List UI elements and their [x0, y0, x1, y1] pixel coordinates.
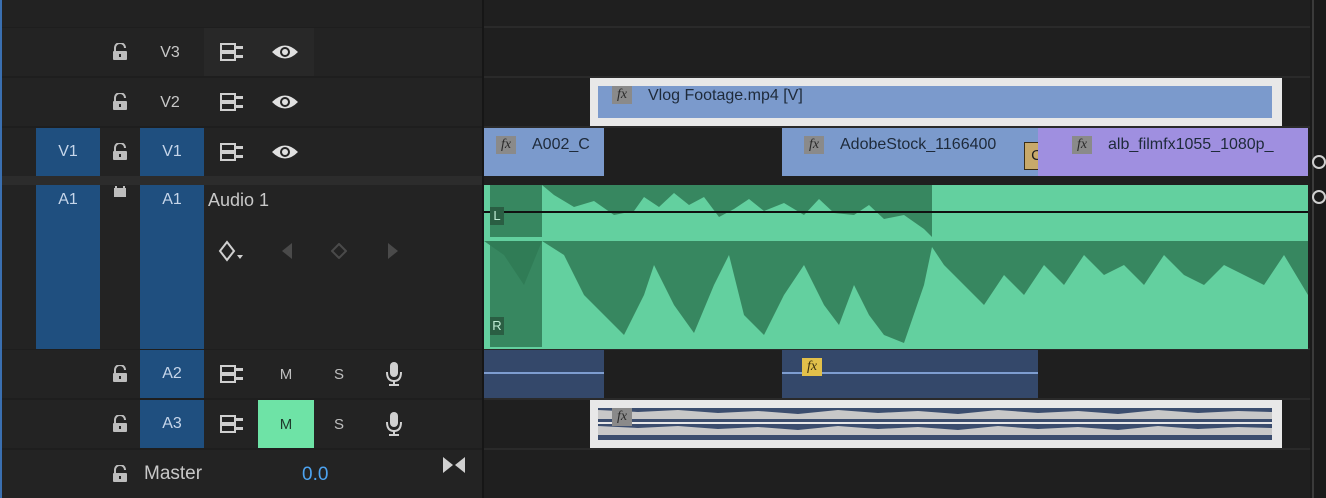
clip-label: AdobeStock_1166400: [840, 136, 997, 153]
eye-icon[interactable]: [270, 140, 300, 164]
lock-open-icon[interactable]: [106, 38, 134, 66]
clip-alb-filmfx[interactable]: fx alb_filmfx1055_1080p_: [1038, 128, 1308, 176]
channel-left-label: L: [490, 207, 504, 225]
fx-badge[interactable]: fx: [612, 408, 632, 426]
track-target-v3[interactable]: V3: [150, 40, 190, 66]
fx-badge[interactable]: fx: [1072, 136, 1092, 154]
solo-button-a3[interactable]: S: [322, 400, 356, 448]
clip-label: A002_C: [532, 136, 590, 153]
add-keyframe-icon[interactable]: [328, 240, 350, 262]
clip-a002-c[interactable]: fx A002_C: [484, 128, 604, 176]
lock-icon[interactable]: [110, 185, 130, 199]
sync-lock-icon[interactable]: [218, 90, 246, 114]
track-target-v1[interactable]: V1: [140, 128, 204, 176]
volume-line: [484, 372, 604, 374]
source-patch-a1-label: A1: [58, 191, 78, 208]
lock-open-icon[interactable]: [106, 88, 134, 116]
master-volume-value[interactable]: 0.0: [302, 464, 328, 486]
channel-right-label: R: [490, 317, 504, 335]
track-target-a2[interactable]: A2: [140, 350, 204, 398]
source-patch-v1[interactable]: V1: [36, 128, 100, 176]
eye-icon[interactable]: [270, 40, 300, 64]
track-target-a3[interactable]: A3: [140, 400, 204, 448]
scroll-handle-bottom[interactable]: [1312, 190, 1326, 204]
clip-audio-1[interactable]: L R: [484, 185, 1308, 349]
mute-button-a2[interactable]: M: [258, 350, 314, 398]
clip-label: alb_filmfx1055_1080p_: [1108, 136, 1274, 153]
clip-vlog-footage-video[interactable]: fx Vlog Footage.mp4 [V]: [590, 78, 1282, 126]
track-target-v2[interactable]: V2: [150, 90, 190, 116]
clip-adobestock[interactable]: fx AdobeStock_1166400: [782, 128, 1038, 176]
scroll-handle-top[interactable]: [1312, 155, 1326, 169]
audio-waveform: [484, 185, 1308, 347]
collapse-handle-icon[interactable]: [440, 452, 468, 478]
eye-icon[interactable]: [270, 90, 300, 114]
fx-badge[interactable]: fx: [802, 358, 822, 376]
keyframe-dropdown-icon[interactable]: [216, 238, 246, 264]
clip-vlog-footage-audio[interactable]: fx: [590, 400, 1282, 448]
track-target-a1-label: A1: [162, 191, 182, 208]
mute-button-a3[interactable]: M: [258, 400, 314, 448]
sync-lock-icon[interactable]: [218, 40, 246, 64]
row-sep: [484, 26, 1310, 28]
sync-lock-icon[interactable]: [218, 362, 246, 386]
sync-lock-icon[interactable]: [218, 140, 246, 164]
fx-badge[interactable]: fx: [612, 86, 632, 104]
clip-audio-a2-2[interactable]: fx: [782, 350, 1038, 398]
lock-open-icon[interactable]: [106, 360, 134, 388]
microphone-icon[interactable]: [380, 360, 408, 388]
fx-badge[interactable]: fx: [804, 136, 824, 154]
previous-keyframe-icon[interactable]: [276, 240, 298, 262]
lock-open-icon[interactable]: [106, 460, 134, 488]
fx-badge[interactable]: fx: [496, 136, 516, 154]
left-edge: [0, 0, 2, 498]
track-target-a1[interactable]: A1: [140, 185, 204, 349]
row-sep: [484, 448, 1310, 450]
lock-open-icon[interactable]: [106, 138, 134, 166]
audio-waveform: [598, 410, 1272, 435]
clip-label: Vlog Footage.mp4 [V]: [648, 87, 803, 104]
right-edge-line: [1312, 0, 1314, 498]
clip-audio-a2-1[interactable]: [484, 350, 604, 398]
master-label: Master: [144, 463, 203, 484]
solo-button-a2[interactable]: S: [322, 350, 356, 398]
source-patch-a1[interactable]: A1: [36, 185, 100, 349]
sync-lock-icon[interactable]: [218, 412, 246, 436]
lock-open-icon[interactable]: [106, 410, 134, 438]
microphone-icon[interactable]: [380, 410, 408, 438]
next-keyframe-icon[interactable]: [382, 240, 404, 262]
track-name-a1: Audio 1: [208, 190, 270, 210]
